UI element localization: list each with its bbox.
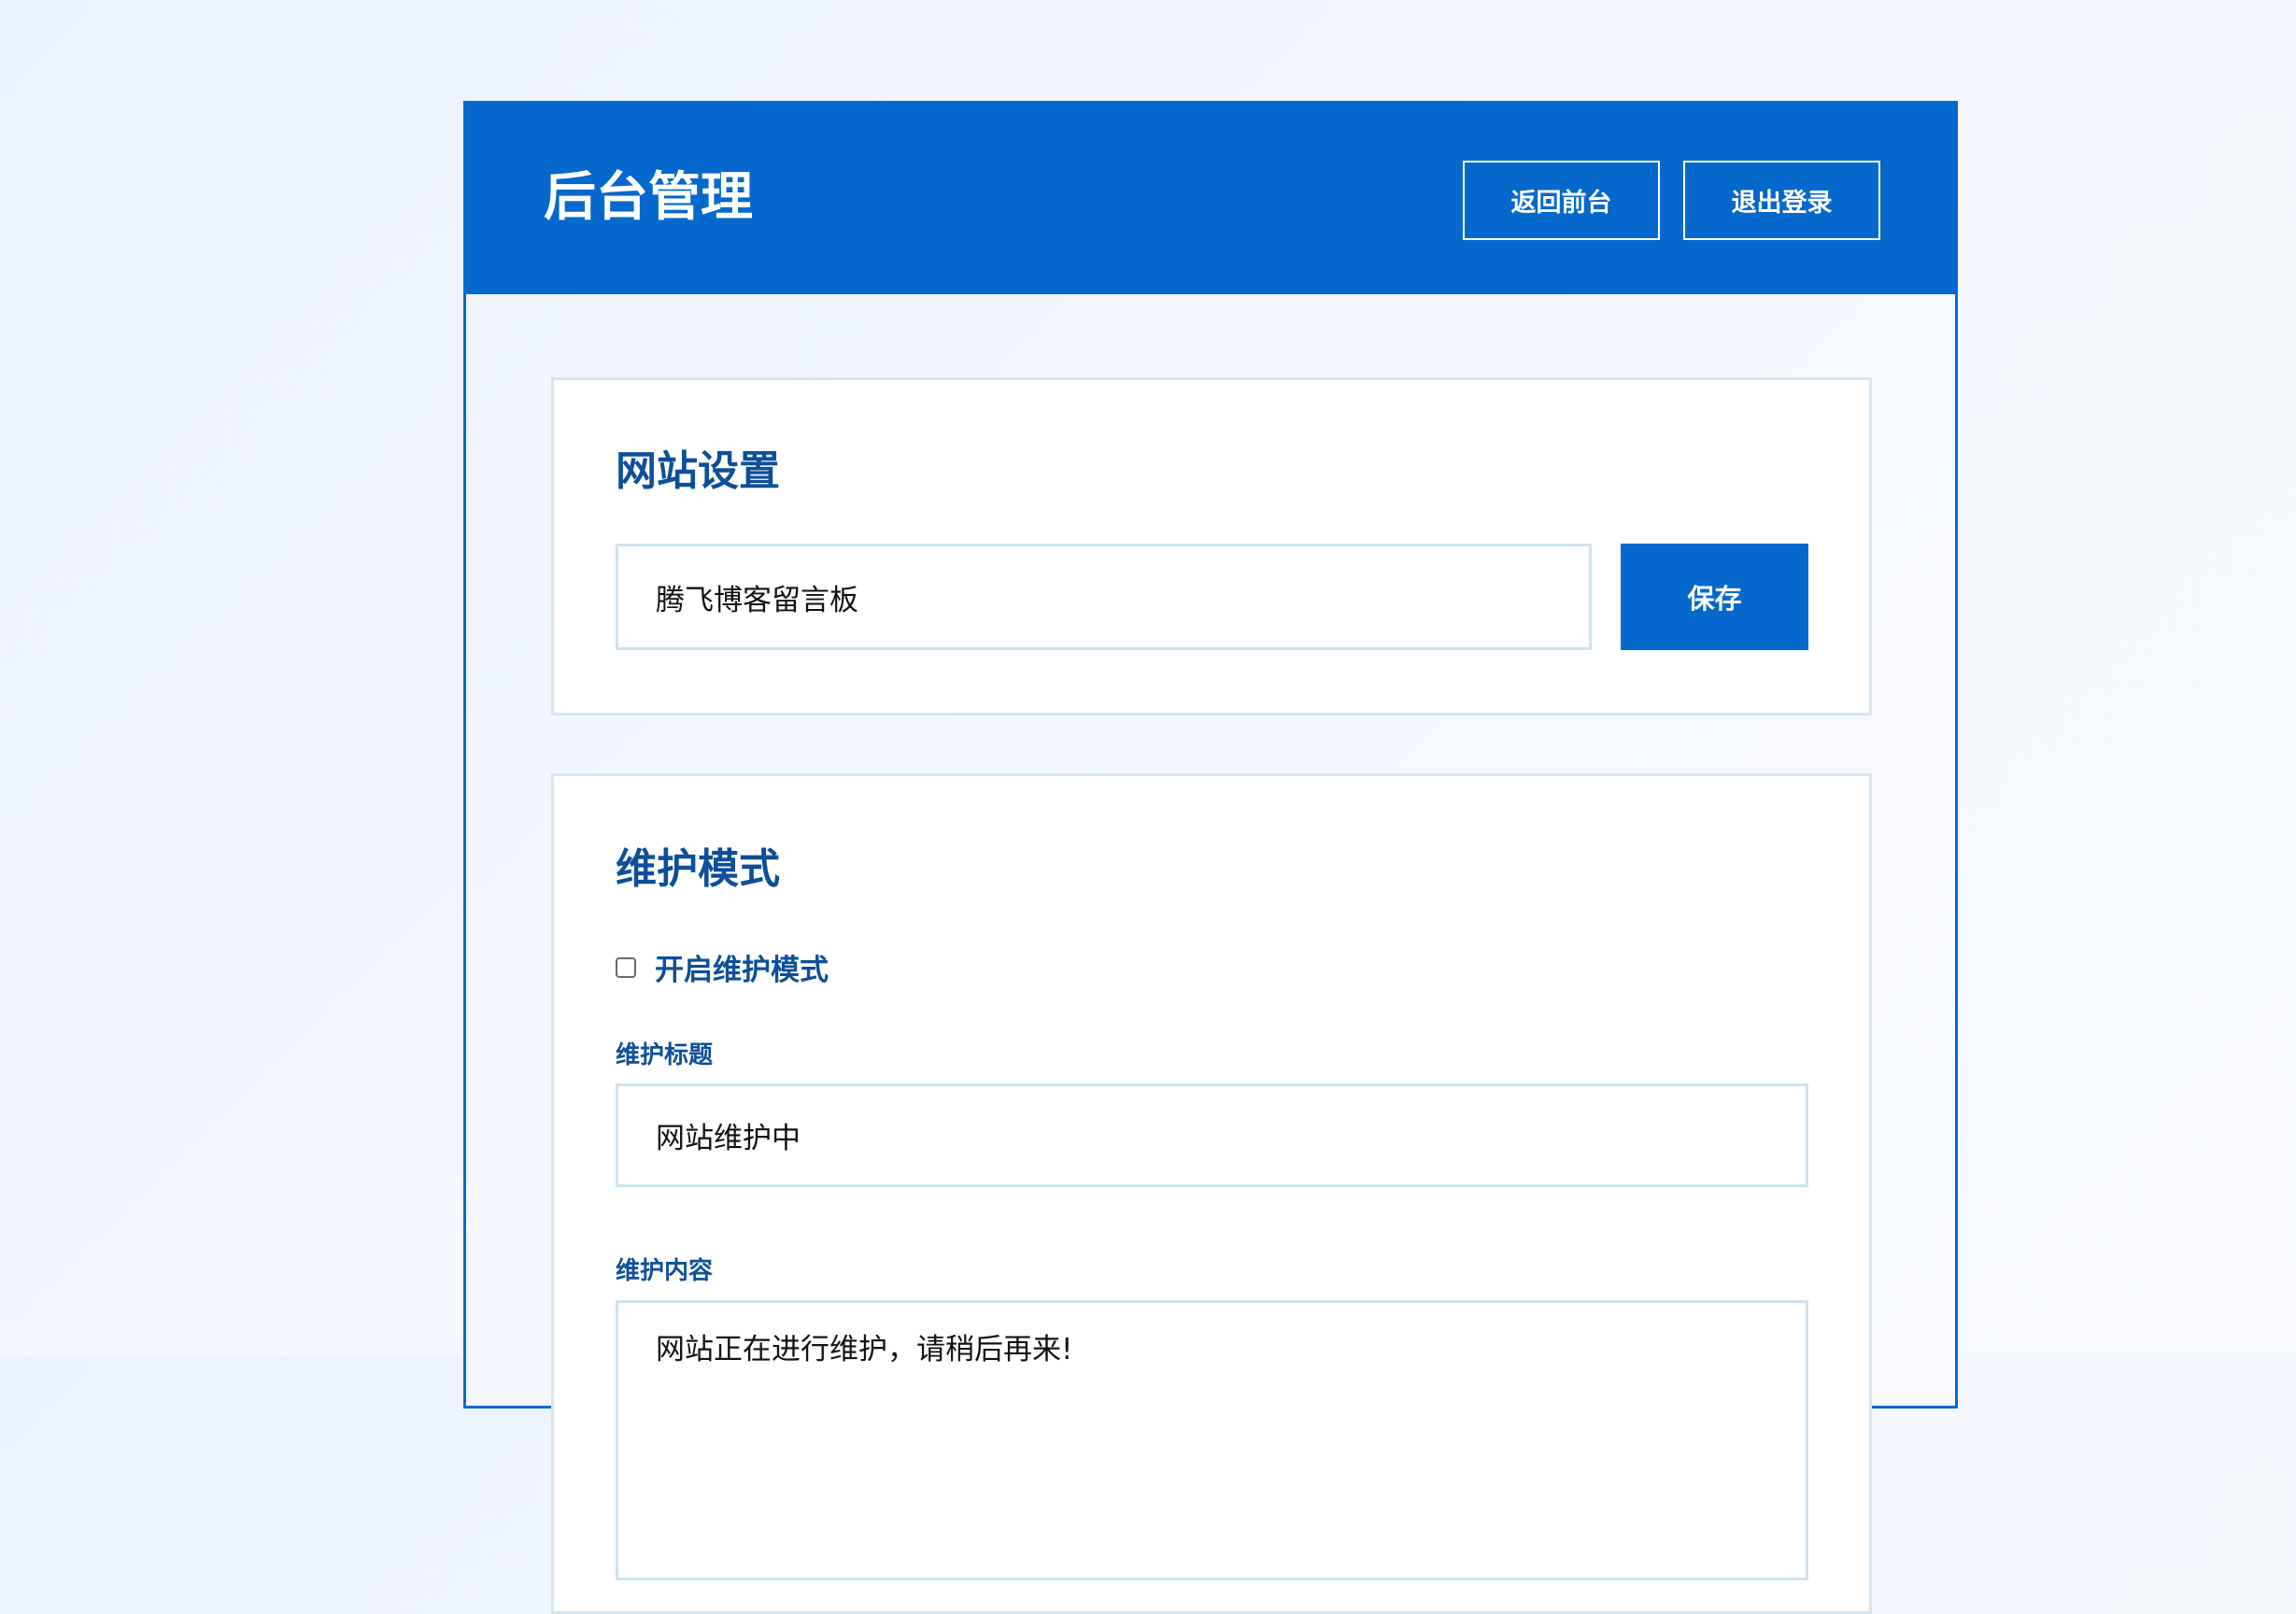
maintenance-content-label: 维护内容 (616, 1257, 714, 1285)
admin-header: 后台管理 返回前台 退出登录 (466, 104, 1955, 294)
page-title: 后台管理 (544, 166, 753, 228)
back-to-front-button[interactable]: 返回前台 (1463, 161, 1660, 240)
maintenance-card: 维护模式 开启维护模式 维护标题 维护内容 网站正在进行维护，请稍后再来! (551, 773, 1872, 1614)
maintenance-content-textarea[interactable]: 网站正在进行维护，请稍后再来! (616, 1300, 1808, 1580)
logout-button[interactable]: 退出登录 (1683, 161, 1880, 240)
maintenance-checkbox[interactable] (616, 956, 636, 978)
maintenance-title: 维护模式 (616, 845, 780, 893)
site-name-input[interactable] (616, 544, 1592, 650)
site-settings-title: 网站设置 (616, 447, 780, 495)
save-button[interactable]: 保存 (1621, 544, 1808, 650)
maintenance-title-label: 维护标题 (616, 1041, 714, 1069)
maintenance-toggle-row[interactable]: 开启维护模式 (616, 946, 829, 988)
admin-panel: 后台管理 返回前台 退出登录 网站设置 保存 维护模式 开启维护模式 维护标题 … (463, 101, 1958, 1614)
maintenance-title-input[interactable] (616, 1083, 1808, 1187)
maintenance-checkbox-label[interactable]: 开启维护模式 (655, 946, 829, 988)
site-settings-card: 网站设置 保存 (551, 377, 1872, 715)
